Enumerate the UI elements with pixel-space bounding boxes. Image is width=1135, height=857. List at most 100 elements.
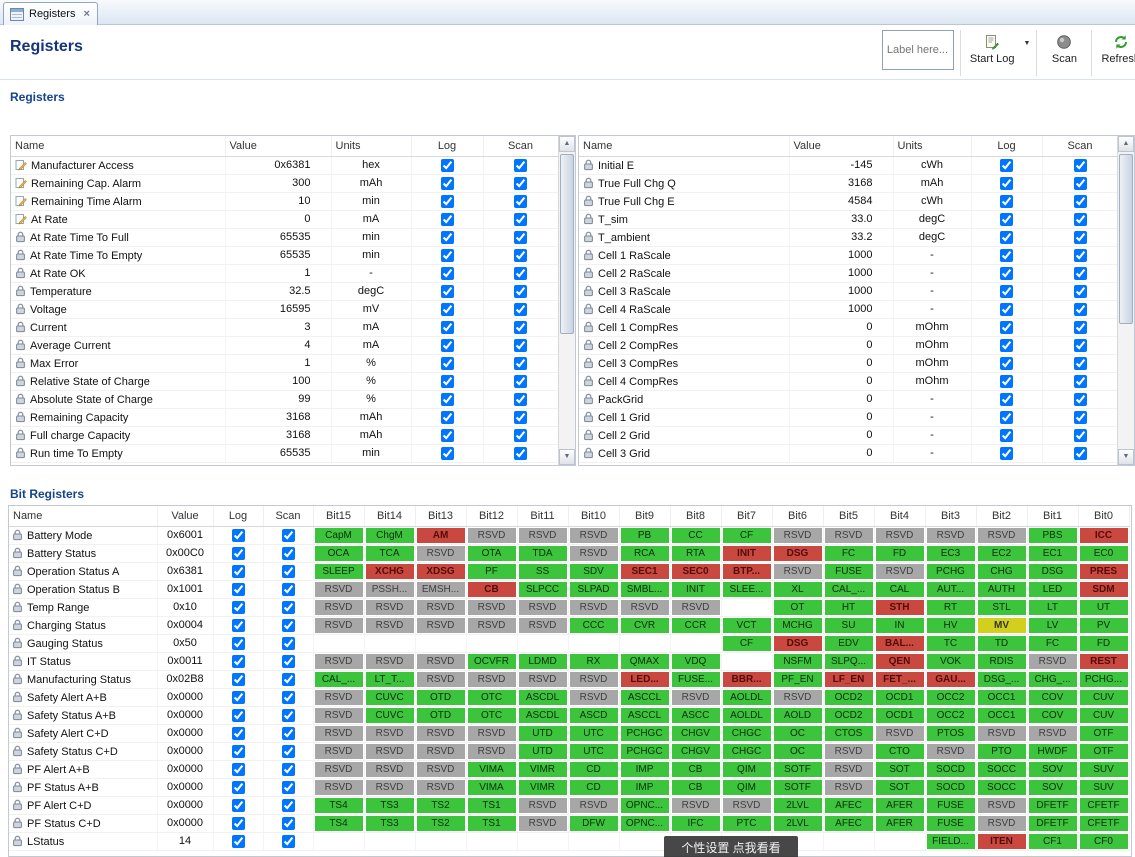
column-header-log[interactable]: Log [971, 136, 1043, 157]
column-header-bit13[interactable]: Bit13 [415, 506, 467, 527]
column-header-bit1[interactable]: Bit1 [1027, 506, 1079, 527]
register-row[interactable]: At Rate OK 1- [11, 264, 559, 283]
column-header-bit0[interactable]: Bit0 [1078, 506, 1130, 527]
scan-checkbox[interactable] [281, 762, 295, 776]
log-checkbox[interactable] [1000, 356, 1013, 370]
scan-checkbox[interactable] [1073, 338, 1087, 352]
log-checkbox[interactable] [1000, 302, 1013, 316]
log-checkbox[interactable] [1000, 230, 1013, 244]
scan-checkbox[interactable] [281, 564, 295, 578]
refresh-button[interactable]: Refresh [1098, 30, 1135, 65]
column-header-value[interactable]: Value [225, 136, 332, 157]
bit-register-row[interactable]: Manufacturing Status 0x02B8 CAL_... LT_T...… [9, 670, 1130, 689]
vertical-scrollbar[interactable]: ▲ ▼ [1117, 136, 1134, 465]
log-checkbox[interactable] [231, 726, 245, 740]
bit-register-row[interactable]: Safety Status C+D 0x0000 RSVD RSVD RSVD RSVD U… [9, 742, 1130, 761]
log-checkbox[interactable] [440, 374, 454, 388]
scan-checkbox[interactable] [514, 320, 527, 334]
scan-checkbox[interactable] [1073, 230, 1087, 244]
scan-checkbox[interactable] [514, 410, 527, 424]
log-checkbox[interactable] [1000, 410, 1013, 424]
log-checkbox[interactable] [231, 672, 245, 686]
log-checkbox[interactable] [440, 212, 454, 226]
scan-checkbox[interactable] [1073, 266, 1087, 280]
column-header-name[interactable]: Name [579, 136, 790, 157]
scan-checkbox[interactable] [1073, 392, 1087, 406]
log-checkbox[interactable] [231, 582, 245, 596]
log-checkbox[interactable] [1000, 158, 1013, 172]
register-row[interactable]: Run time To Empty 65535 min [11, 444, 559, 463]
log-checkbox[interactable] [440, 194, 454, 208]
register-row[interactable]: T_ambient 33.2 degC [579, 228, 1119, 247]
scan-checkbox[interactable] [514, 338, 527, 352]
column-header-bit15[interactable]: Bit15 [313, 506, 365, 527]
scroll-up-arrow-icon[interactable]: ▲ [559, 136, 575, 152]
scan-checkbox[interactable] [514, 230, 527, 244]
tab-close-icon[interactable]: × [83, 8, 89, 20]
register-row[interactable]: PackGrid 0- [579, 390, 1119, 409]
log-checkbox[interactable] [231, 798, 245, 812]
scroll-up-arrow-icon[interactable]: ▲ [1118, 136, 1134, 152]
scan-checkbox[interactable] [1073, 248, 1087, 262]
bit-register-row[interactable]: Charging Status 0x0004 RSVD RSVD RSVD RSVD RSV… [9, 616, 1130, 635]
register-row[interactable]: Remaining Time Alarm 10 min [11, 192, 559, 211]
scan-checkbox[interactable] [514, 428, 527, 442]
bit-register-row[interactable]: Battery Mode 0x6001 CapM ChgM AM RSVD RSVD RSVD… [9, 526, 1130, 545]
scan-checkbox[interactable] [514, 248, 527, 262]
column-header-value[interactable]: Value [789, 136, 894, 157]
register-row[interactable]: Average Current 4 mA [11, 336, 559, 355]
register-row[interactable]: Initial E -145 cWh [579, 156, 1119, 175]
scan-checkbox[interactable] [1073, 428, 1087, 442]
register-row[interactable]: Cell 1 CompRes 0 mOhm [579, 318, 1119, 337]
log-checkbox[interactable] [440, 320, 454, 334]
scan-checkbox[interactable] [1073, 410, 1087, 424]
bit-register-row[interactable]: PF Alert A+B 0x0000 RSVD RSVD RSVD VIMA VIMR CD… [9, 760, 1130, 779]
scan-checkbox[interactable] [514, 194, 527, 208]
scan-checkbox[interactable] [281, 744, 295, 758]
scan-checkbox[interactable] [514, 374, 527, 388]
log-checkbox[interactable] [231, 528, 245, 542]
column-header-bit14[interactable]: Bit14 [364, 506, 416, 527]
scan-checkbox[interactable] [1073, 212, 1087, 226]
register-row[interactable]: True Full Chg E 4584 cWh [579, 192, 1119, 211]
column-header-scan[interactable]: Scan [263, 506, 314, 527]
scroll-down-arrow-icon[interactable]: ▼ [1118, 449, 1134, 465]
register-row[interactable]: Cell 1 Grid 0- [579, 408, 1119, 427]
register-row[interactable]: Cell 3 CompRes 0 mOhm [579, 354, 1119, 373]
scan-checkbox[interactable] [1073, 374, 1087, 388]
log-checkbox[interactable] [440, 284, 454, 298]
bit-register-row[interactable]: Operation Status A 0x6381 SLEEP XCHG XDSG PF S… [9, 562, 1130, 581]
register-row[interactable]: Current 3 mA [11, 318, 559, 337]
scan-checkbox[interactable] [1073, 194, 1087, 208]
column-header-value[interactable]: Value [157, 506, 214, 527]
bit-register-row[interactable]: IT Status 0x0011 RSVD RSVD RSVD OCVFR LDMD RX QM… [9, 652, 1130, 671]
register-row[interactable]: Cell 3 RaScale 1000- [579, 282, 1119, 301]
log-checkbox[interactable] [1000, 194, 1013, 208]
scan-checkbox[interactable] [281, 546, 295, 560]
column-header-name[interactable]: Name [9, 506, 158, 527]
column-header-bit8[interactable]: Bit8 [670, 506, 722, 527]
log-checkbox[interactable] [440, 356, 454, 370]
register-row[interactable]: Relative State of Charge 100% [11, 372, 559, 391]
column-header-bit10[interactable]: Bit10 [568, 506, 620, 527]
log-checkbox[interactable] [440, 410, 454, 424]
log-checkbox[interactable] [1000, 446, 1013, 460]
bit-register-row[interactable]: PF Status C+D 0x0000 TS4 TS3 TS2 TS1 RSVD DFW OP… [9, 814, 1130, 833]
log-checkbox[interactable] [440, 392, 454, 406]
log-checkbox[interactable] [231, 618, 245, 632]
log-checkbox[interactable] [231, 780, 245, 794]
register-row[interactable]: Absolute State of Charge 99% [11, 390, 559, 409]
column-header-scan[interactable]: Scan [1042, 136, 1119, 157]
column-header-log[interactable]: Log [411, 136, 484, 157]
scan-checkbox[interactable] [281, 672, 295, 686]
scan-checkbox[interactable] [1073, 356, 1087, 370]
log-checkbox[interactable] [231, 564, 245, 578]
scan-checkbox[interactable] [281, 582, 295, 596]
register-row[interactable]: T_sim 33.0 degC [579, 210, 1119, 229]
column-header-bit2[interactable]: Bit2 [976, 506, 1028, 527]
log-checkbox[interactable] [231, 744, 245, 758]
log-checkbox[interactable] [1000, 266, 1013, 280]
register-row[interactable]: Voltage 16595 mV [11, 300, 559, 319]
register-row[interactable]: Temperature 32.5 degC [11, 282, 559, 301]
column-header-bit7[interactable]: Bit7 [721, 506, 773, 527]
